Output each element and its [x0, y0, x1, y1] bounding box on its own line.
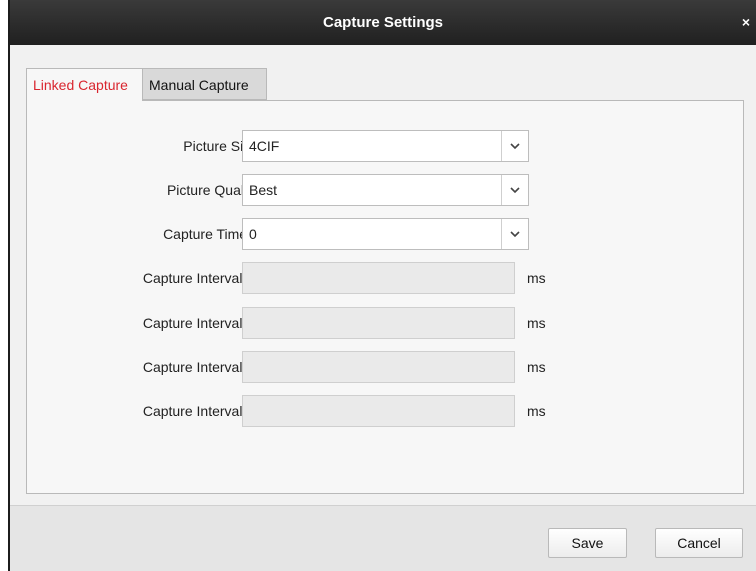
save-button[interactable]: Save — [548, 528, 627, 558]
capture-interval-2-row: Capture Interval 2: ms — [27, 307, 745, 339]
capture-times-row: Capture Times: 0 — [27, 218, 745, 250]
linked-capture-panel: Picture Size 4CIF Picture Quality Best C… — [26, 100, 744, 494]
chevron-down-icon[interactable] — [501, 219, 528, 249]
capture-interval-4-unit: ms — [527, 403, 546, 419]
capture-interval-3-unit: ms — [527, 359, 546, 375]
cancel-button[interactable]: Cancel — [655, 528, 743, 558]
capture-interval-1-field — [242, 262, 515, 294]
capture-interval-3-label: Capture Interval 3: — [142, 359, 258, 375]
capture-interval-4-field — [242, 395, 515, 427]
capture-interval-3-row: Capture Interval 3: ms — [27, 351, 745, 383]
footer-divider — [10, 505, 756, 506]
picture-quality-row: Picture Quality Best — [27, 174, 745, 206]
tab-linked-capture[interactable]: Linked Capture — [26, 68, 143, 101]
capture-interval-4-label: Capture Interval 4: — [142, 403, 258, 419]
capture-interval-4-row: Capture Interval 4: ms — [27, 395, 745, 427]
title-bar: Capture Settings × — [10, 0, 756, 45]
close-icon[interactable]: × — [736, 0, 756, 45]
capture-interval-1-label: Capture Interval 1: — [142, 270, 258, 286]
capture-interval-2-field — [242, 307, 515, 339]
capture-times-select[interactable]: 0 — [242, 218, 529, 250]
dialog-title: Capture Settings — [322, 14, 443, 31]
chevron-down-icon[interactable] — [501, 175, 528, 205]
picture-quality-select[interactable]: Best — [242, 174, 529, 206]
picture-quality-value: Best — [249, 182, 278, 198]
capture-interval-1-row: Capture Interval 1: ms — [27, 262, 745, 294]
capture-settings-dialog: Capture Settings × Linked Capture Manual… — [8, 0, 756, 571]
capture-interval-2-unit: ms — [527, 315, 546, 331]
chevron-down-icon[interactable] — [501, 131, 528, 161]
dialog-content: Linked Capture Manual Capture Picture Si… — [10, 45, 756, 505]
capture-times-value: 0 — [249, 226, 257, 242]
picture-size-value: 4CIF — [249, 138, 280, 154]
picture-size-row: Picture Size 4CIF — [27, 130, 745, 162]
tab-manual-capture[interactable]: Manual Capture — [143, 68, 267, 100]
capture-interval-2-label: Capture Interval 2: — [142, 315, 258, 331]
capture-interval-1-unit: ms — [527, 270, 546, 286]
picture-size-select[interactable]: 4CIF — [242, 130, 529, 162]
capture-interval-3-field — [242, 351, 515, 383]
